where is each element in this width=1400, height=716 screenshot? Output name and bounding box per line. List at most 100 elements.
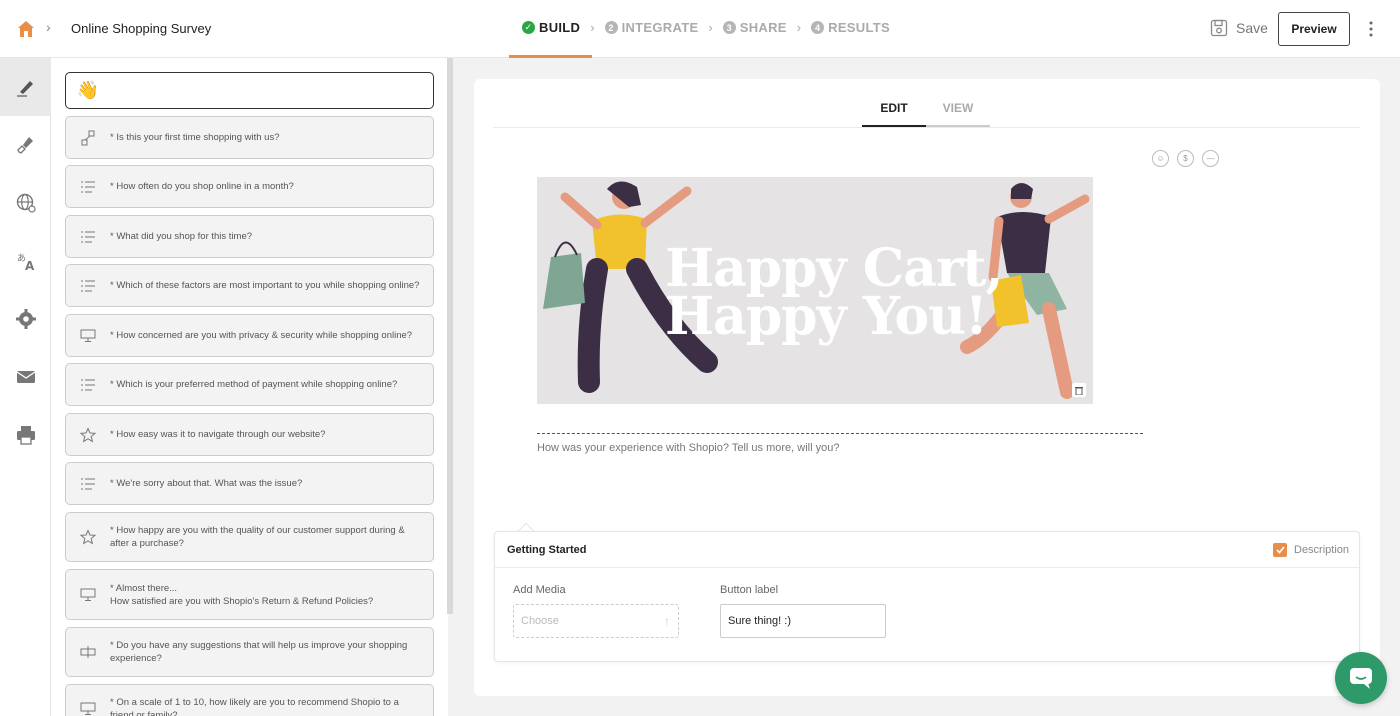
chevron-right-icon: › [590,20,595,35]
step-build[interactable]: ✓ BUILD [522,20,580,35]
question-text: * How often do you shop online in a mont… [110,181,294,192]
question-text: * Is this your first time shopping with … [110,132,280,143]
tab-view[interactable]: VIEW [926,99,990,127]
rail-settings[interactable] [0,290,51,348]
globe-icon [16,193,36,213]
question-card[interactable]: * We're sorry about that. What was the i… [65,462,434,505]
list-icon [66,230,110,244]
question-card[interactable]: * Do you have any suggestions that will … [65,627,434,677]
question-card[interactable]: * What did you shop for this time? [65,215,434,258]
step-build-label: BUILD [539,20,581,35]
rail-email[interactable] [0,348,51,406]
question-text: * Which of these factors are most import… [110,280,420,291]
chat-support-button[interactable] [1335,652,1387,704]
minus-icon[interactable]: — [1202,150,1219,167]
step-integrate-label: INTEGRATE [621,20,699,35]
question-card[interactable]: * How happy are you with the quality of … [65,512,434,562]
question-text: * What did you shop for this time? [110,231,253,242]
question-card[interactable]: * How often do you shop online in a mont… [65,165,434,208]
chevron-right-icon: › [46,19,51,35]
description-checkbox[interactable]: Description [1273,543,1349,557]
breadcrumb-survey-name[interactable]: Online Shopping Survey [71,21,211,36]
add-media-label: Add Media [513,584,566,596]
question-text: * How concerned are you with privacy & s… [110,330,413,341]
tabs-divider [493,127,1360,128]
question-card[interactable]: * How easy was it to navigate through ou… [65,413,434,456]
wave-emoji-icon: 👋 [76,80,100,100]
build-steps: ✓ BUILD › 2 INTEGRATE › 3 SHARE › 4 RESU… [522,20,890,35]
edit-view-tabs: EDIT VIEW [862,99,990,127]
question-card[interactable]: * Is this your first time shopping with … [65,116,434,159]
question-card[interactable]: * Which is your preferred method of paym… [65,363,434,406]
save-label: Save [1236,20,1268,36]
dollar-icon[interactable]: $ [1177,150,1194,167]
home-icon[interactable] [16,19,36,39]
question-text: * Almost there... How satisfied are you … [110,582,374,607]
button-label-label: Button label [720,584,779,596]
save-button[interactable]: Save [1210,19,1268,37]
step-results[interactable]: 4 RESULTS [811,20,890,35]
trash-icon[interactable] [1072,383,1086,397]
monitor-icon [66,702,110,716]
pen-icon [16,81,33,97]
banner-headline: Happy Cart, Happy You! [665,243,1003,347]
block-actions: ☺ $ — [1152,150,1219,167]
question-card-welcome[interactable]: 👋 [65,72,434,109]
rail-build[interactable] [0,58,51,116]
add-media-placeholder: Choose [521,615,559,627]
rail-web[interactable] [0,174,51,232]
monitor-icon [66,329,110,343]
more-options-icon[interactable] [1366,20,1376,38]
welcome-banner-image[interactable]: Happy Cart, Happy You! [537,177,1093,404]
chevron-right-icon: › [708,20,713,35]
add-media-input[interactable]: Choose ↑ [513,604,679,638]
envelope-icon [16,371,35,383]
rail-design[interactable] [0,116,51,174]
paint-brush-icon [16,137,33,154]
chat-bubble-icon [1350,668,1372,689]
properties-header: Getting Started Description [495,532,1359,568]
question-card[interactable]: * Which of these factors are most import… [65,264,434,307]
step-share-label: SHARE [739,20,787,35]
title-underline [537,433,1143,434]
question-text: * We're sorry about that. What was the i… [110,478,303,489]
branch-icon [66,130,110,146]
question-card[interactable]: * How concerned are you with privacy & s… [65,314,434,357]
check-icon: ✓ [522,21,535,34]
top-bar: › Online Shopping Survey ✓ BUILD › 2 INT… [0,0,1400,58]
active-step-indicator [509,55,592,58]
tab-edit[interactable]: EDIT [862,99,926,127]
question-text: * Which is your preferred method of paym… [110,379,398,390]
upload-arrow-icon: ↑ [664,614,670,628]
question-text: * Do you have any suggestions that will … [110,640,408,664]
rail-print[interactable] [0,406,51,464]
properties-title: Getting Started [507,544,587,556]
printer-icon [16,426,35,445]
rail-translate[interactable]: あ A [0,232,51,290]
star-icon [66,529,110,545]
editor-canvas: EDIT VIEW ☺ $ — Happy Cart, Happy You! H… [474,79,1380,696]
step-results-label: RESULTS [828,20,890,35]
svg-text:A: A [25,259,35,272]
step-share[interactable]: 3 SHARE [722,20,787,35]
list-icon [66,180,110,194]
step-number: 3 [722,21,736,34]
question-text: * How easy was it to navigate through ou… [110,429,326,440]
question-list-scrollbar[interactable] [447,58,453,614]
question-card[interactable]: * On a scale of 1 to 10, how likely are … [65,684,434,716]
banner-line-2: Happy You! [665,286,988,347]
list-icon [66,378,110,392]
chevron-right-icon: › [796,20,802,35]
welcome-description[interactable]: How was your experience with Shopio? Tel… [537,442,839,454]
step-integrate[interactable]: 2 INTEGRATE [604,20,699,35]
question-card[interactable]: * Almost there... How satisfied are you … [65,569,434,620]
list-icon [66,477,110,491]
star-icon [66,426,110,443]
description-checkbox-label: Description [1294,544,1350,556]
save-icon [1210,19,1228,37]
preview-button[interactable]: Preview [1278,12,1350,46]
step-number: 2 [604,21,618,34]
properties-panel: Getting Started Description Add Media Ch… [494,531,1360,662]
button-label-input[interactable] [720,604,886,638]
emoji-icon[interactable]: ☺ [1152,150,1169,167]
